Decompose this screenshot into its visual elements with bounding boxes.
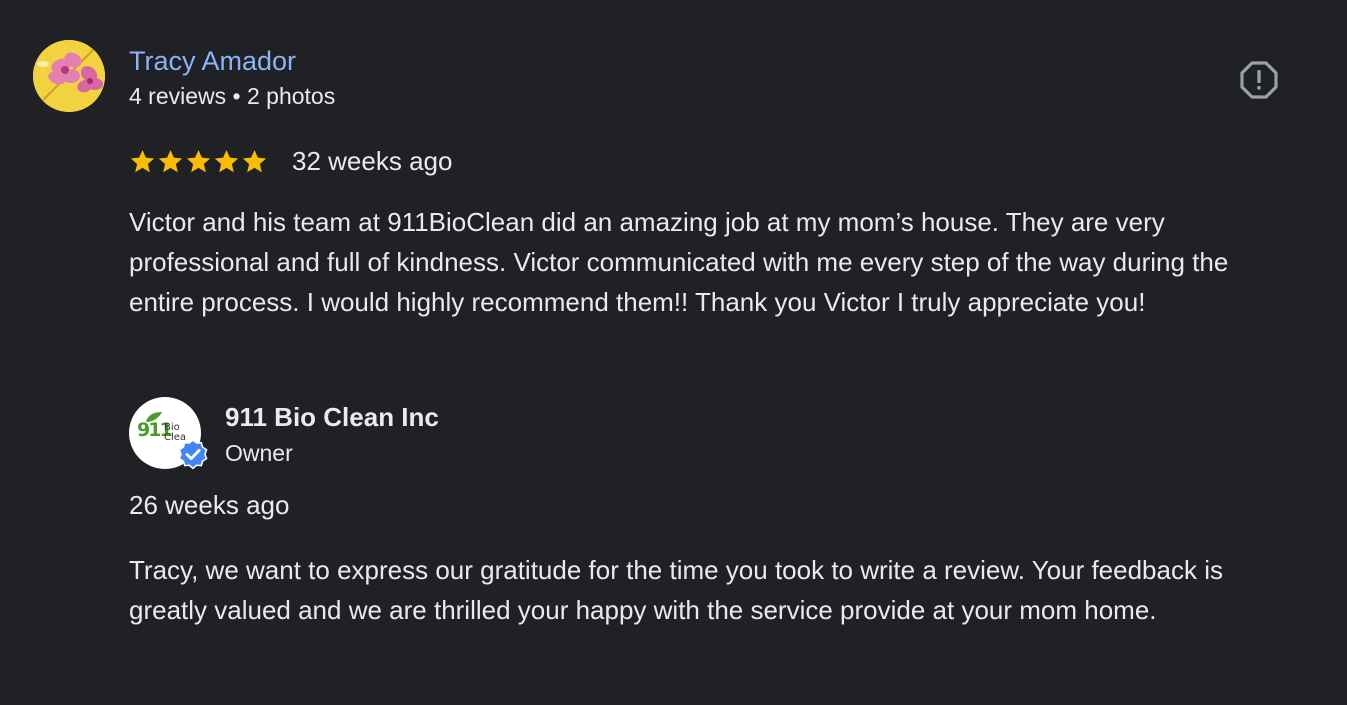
flower-avatar-image [33, 40, 105, 112]
star-icon [242, 149, 267, 172]
reply-date: 26 weeks ago [129, 490, 290, 520]
review-card: Tracy Amador 4 reviews • 2 photos 32 wee… [0, 0, 1347, 705]
report-button[interactable] [1237, 58, 1281, 102]
owner-role: Owner [225, 440, 293, 466]
reviewer-meta: 4 reviews • 2 photos [129, 83, 336, 109]
star-icon [158, 149, 183, 172]
owner-name: 911 Bio Clean Inc [225, 402, 439, 432]
report-icon [1240, 61, 1278, 99]
review-text: Victor and his team at 911BioClean did a… [129, 207, 1229, 317]
owner-avatar[interactable]: 911 Bio Clea [129, 397, 208, 470]
star-icon [130, 149, 155, 172]
rating-row: 32 weeks ago [129, 143, 452, 179]
star-rating [129, 148, 269, 175]
reviewer-avatar[interactable] [33, 40, 105, 112]
verified-check-icon [178, 439, 208, 470]
star-icon [214, 149, 239, 172]
reply-text: Tracy, we want to express our gratitude … [129, 555, 1223, 625]
review-date: 32 weeks ago [292, 145, 453, 176]
reviewer-name[interactable]: Tracy Amador [129, 44, 296, 78]
star-icon [186, 149, 211, 172]
